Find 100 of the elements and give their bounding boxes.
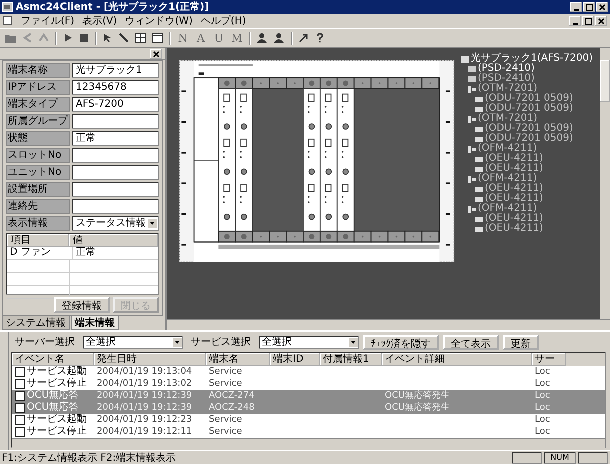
folder-icon[interactable] xyxy=(5,33,17,43)
menu-item[interactable]: ウィンドウ(W) xyxy=(125,14,193,28)
checkbox[interactable] xyxy=(15,403,25,413)
menu-item[interactable]: ヘルプ(H) xyxy=(200,14,246,28)
tree-item[interactable]: (PSD-2410) xyxy=(461,74,600,84)
minimize-button[interactable] xyxy=(570,2,582,12)
toolbar-button[interactable]: N xyxy=(177,31,189,45)
window-icon[interactable] xyxy=(152,33,163,43)
tree-item[interactable]: (OFM-4211) xyxy=(461,174,600,184)
document-icon xyxy=(3,16,13,26)
help-icon[interactable] xyxy=(315,33,325,43)
table-cell: Loc xyxy=(535,390,550,402)
checkbox[interactable] xyxy=(15,427,25,437)
table-cell: OCU無応答発生 xyxy=(385,402,450,414)
toolbar-button[interactable]: A xyxy=(195,31,207,45)
restore-icon xyxy=(584,18,592,24)
person-icon[interactable] xyxy=(257,33,268,43)
column-header[interactable]: 発生日時 xyxy=(94,353,206,366)
tree-item[interactable]: (OEU-4211) xyxy=(461,184,600,194)
module-icon xyxy=(468,176,476,182)
column-header[interactable]: イベント詳細 xyxy=(382,353,532,366)
person-icon[interactable] xyxy=(274,33,285,43)
maximize-button[interactable] xyxy=(583,2,595,12)
checkbox[interactable] xyxy=(15,391,25,401)
minimize-button[interactable] xyxy=(569,16,581,26)
dropdown[interactable]: 全選択 xyxy=(259,336,359,348)
filter-label: サービス選択 xyxy=(190,336,252,349)
tree-item[interactable]: (OTM-7201) xyxy=(461,114,600,124)
menu-item[interactable]: ファイル(F) xyxy=(21,14,75,28)
tree-item[interactable]: (OFM-4211) xyxy=(461,204,600,214)
tree-item[interactable]: (OEU-4211) xyxy=(461,154,600,164)
dropdown[interactable]: 全選択 xyxy=(83,336,183,348)
pointer-icon[interactable] xyxy=(103,33,113,43)
tree-item[interactable]: (OTM-7201) xyxy=(461,84,600,94)
text-field[interactable] xyxy=(72,182,159,197)
table-cell: D ファン xyxy=(7,247,73,259)
column-header[interactable]: サー xyxy=(532,353,566,366)
checkbox[interactable] xyxy=(15,367,25,377)
tree-item[interactable]: (OFM-4211) xyxy=(461,144,600,154)
status-indicator: NUM xyxy=(544,452,576,464)
text-field[interactable]: 12345678 xyxy=(72,80,159,95)
module-icon xyxy=(468,146,476,152)
tree-item[interactable]: (ODU-7201 0509) xyxy=(461,134,600,144)
tab[interactable]: 端末情報 xyxy=(71,316,119,330)
tree-item[interactable]: (OEU-4211) xyxy=(461,224,600,234)
toolbar-button[interactable]: M xyxy=(231,31,243,45)
play-icon[interactable] xyxy=(63,33,73,43)
text-field[interactable]: AFS-7200 xyxy=(72,97,159,112)
toolbar-button[interactable]: U xyxy=(213,31,225,45)
rack-icon xyxy=(461,56,469,62)
stop-icon[interactable] xyxy=(79,33,89,43)
text-field[interactable] xyxy=(72,148,159,163)
status-pane xyxy=(512,452,542,464)
text-field[interactable] xyxy=(72,165,159,180)
tree-item[interactable]: (OEU-4211) xyxy=(461,214,600,224)
table-cell: 2004/01/19 19:12:11 xyxy=(97,426,192,438)
tree-item[interactable]: (PSD-2410) xyxy=(461,64,600,74)
table-cell: Service xyxy=(209,414,242,426)
arrow-icon[interactable] xyxy=(299,33,309,43)
menu-item[interactable]: 表示(V) xyxy=(82,14,118,28)
tree-item[interactable]: (ODU-7201 0509) xyxy=(461,124,600,134)
tree-item[interactable]: (ODU-7201 0509) xyxy=(461,104,600,114)
toolbar-button[interactable]: ﾁｪｯｸ済を隠す xyxy=(363,334,439,350)
column-header[interactable]: 端末ID xyxy=(270,353,320,366)
tab[interactable]: システム情報 xyxy=(2,316,70,330)
close-icon xyxy=(598,18,604,24)
table-cell-text: 正常 xyxy=(75,247,97,259)
text-field[interactable] xyxy=(72,199,159,214)
status-text: F1:システム情報表示 F2:端末情報表示 xyxy=(2,452,178,464)
text-field[interactable]: 光サブラック1 xyxy=(72,63,159,78)
table-cell: 2004/01/19 19:12:39 xyxy=(97,402,192,414)
close-button[interactable] xyxy=(150,49,162,59)
grid-icon[interactable] xyxy=(135,33,146,43)
column-header[interactable]: 端末名 xyxy=(206,353,270,366)
text-field[interactable]: 正常 xyxy=(72,131,159,146)
tree-item[interactable]: (OEU-4211) xyxy=(461,164,600,174)
tree-item[interactable]: (OEU-4211) xyxy=(461,194,600,204)
panel-button[interactable]: 登録情報 xyxy=(54,297,110,313)
restore-button[interactable] xyxy=(582,16,594,26)
vertical-scrollbar[interactable] xyxy=(600,48,610,319)
close-button[interactable] xyxy=(595,16,607,26)
dropdown[interactable]: ステータス情報 xyxy=(72,216,159,231)
table-cell: Loc xyxy=(535,366,550,378)
column-header[interactable]: 付属情報1 xyxy=(320,353,382,366)
column-header[interactable]: イベント名 xyxy=(12,353,94,366)
tree-item[interactable]: 光サブラック1(AFS-7200) xyxy=(461,54,600,64)
tree-item[interactable]: (ODU-7201 0509) xyxy=(461,94,600,104)
toolbar-button[interactable]: 全て表示 xyxy=(443,334,499,350)
text-field[interactable] xyxy=(72,114,159,129)
checkbox[interactable] xyxy=(15,415,25,425)
table-cell: 2004/01/19 19:13:04 xyxy=(97,366,192,378)
module-icon xyxy=(468,86,476,92)
field-label: 端末タイプ xyxy=(6,97,70,112)
toolbar-button[interactable]: 更新 xyxy=(503,334,539,350)
table-cell-text: サービス起動 xyxy=(27,414,87,426)
horizontal-scrollbar[interactable] xyxy=(12,438,605,448)
close-button[interactable] xyxy=(596,2,608,12)
checkbox[interactable] xyxy=(15,379,25,389)
line-tool-icon[interactable] xyxy=(119,33,129,43)
horizontal-scrollbar[interactable] xyxy=(167,319,610,330)
